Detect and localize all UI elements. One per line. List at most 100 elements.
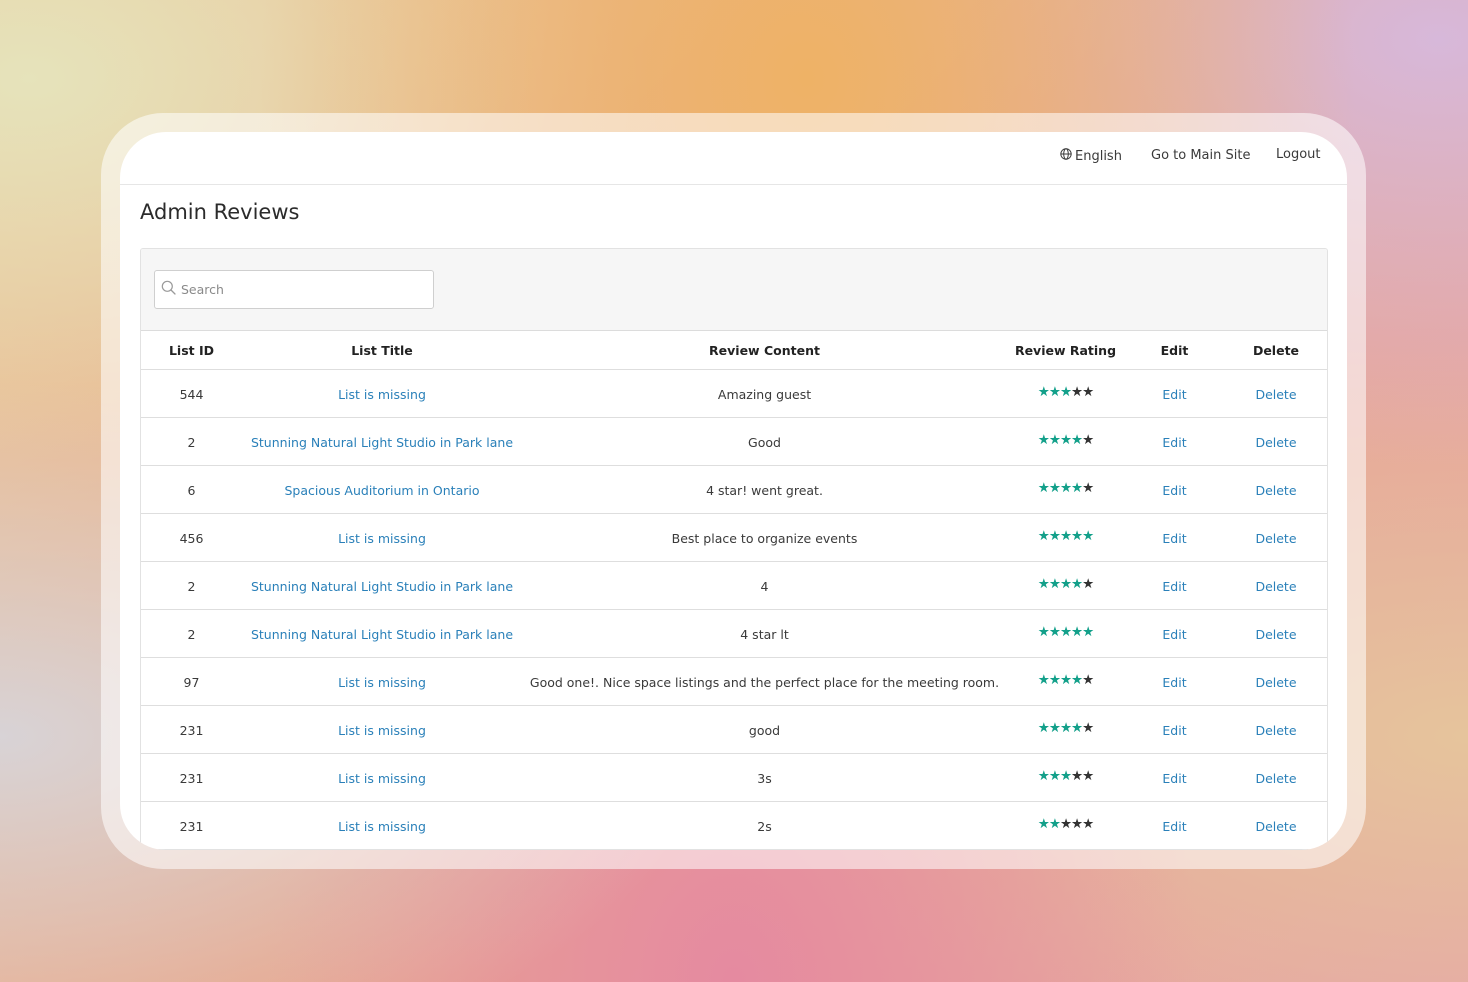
column-header-delete: Delete [1225,331,1327,370]
delete-link[interactable]: Delete [1255,387,1296,402]
delete-link[interactable]: Delete [1255,531,1296,546]
star-rating: ★ ★ ★ ★ ★ [1038,626,1095,640]
star-empty-icon: ★ [1082,768,1094,785]
delete-link[interactable]: Delete [1255,771,1296,786]
review-content: Good [748,434,781,450]
list-title-link[interactable]: Stunning Natural Light Studio in Park la… [251,627,513,642]
review-content: Good one!. Nice space listings and the p… [529,674,1000,690]
review-content: 4 star! went great. [706,482,823,498]
table-row: 2 Stunning Natural Light Studio in Park l… [141,417,1327,466]
edit-link[interactable]: Edit [1162,723,1186,738]
language-selector[interactable]: English [1060,148,1122,164]
table-row: 2 Stunning Natural Light Studio in Park l… [141,561,1327,610]
review-rating-cell: ★ ★ ★ ★ ★ [1007,657,1124,706]
edit-link[interactable]: Edit [1162,627,1186,642]
edit-link[interactable]: Edit [1162,579,1186,594]
review-content-cell: Amazing guest [522,369,1007,418]
list-title-link[interactable]: Spacious Auditorium in Ontario [285,483,480,498]
star-filled-icon: ★ [1071,720,1083,737]
review-content-cell: good [522,705,1007,754]
edit-link[interactable]: Edit [1162,531,1186,546]
list-id: 544 [179,386,204,402]
star-filled-icon: ★ [1048,816,1061,833]
star-empty-icon: ★ [1082,576,1094,593]
star-empty-icon: ★ [1082,384,1094,401]
star-rating: ★ ★ ★ ★ ★ [1038,768,1095,785]
list-title-link-cell: List is missing [242,753,522,802]
edit-link[interactable]: Edit [1162,819,1186,834]
star-rating: ★ ★ ★ ★ ★ [1038,816,1095,833]
star-filled-icon: ★ [1082,528,1094,545]
review-content-cell: Good [522,417,1007,466]
list-title-link-cell: Stunning Natural Light Studio in Park la… [242,609,522,658]
search-icon [155,280,176,299]
list-title-link[interactable]: List is missing [338,675,426,690]
edit-link-cell: Edit [1124,753,1225,802]
star-filled-icon: ★ [1037,480,1050,497]
delete-link[interactable]: Delete [1255,675,1296,690]
edit-link-cell: Edit [1124,609,1225,658]
list-title-link[interactable]: List is missing [338,531,426,546]
list-id-cell: 456 [141,513,242,562]
review-rating-cell: ★ ★ ★ ★ ★ [1007,609,1124,658]
reviews-panel: List ID List Title Review Content Review… [140,248,1328,850]
list-id-cell: 2 [141,609,242,658]
edit-link[interactable]: Edit [1162,387,1186,402]
star-empty-icon: ★ [1071,384,1083,401]
column-header-review-rating[interactable]: Review Rating [1007,331,1124,370]
list-title-link[interactable]: List is missing [338,771,426,786]
edit-link[interactable]: Edit [1162,771,1186,786]
list-title-link-cell: Stunning Natural Light Studio in Park la… [242,561,522,610]
star-empty-icon: ★ [1059,816,1072,833]
top-navbar: English Go to Main Site Logout [120,132,1347,185]
column-header-review-content[interactable]: Review Content [522,331,1007,370]
edit-link-cell: Edit [1124,465,1225,514]
list-id: 456 [179,530,204,546]
star-empty-icon: ★ [1071,816,1083,833]
column-header-list-title[interactable]: List Title [242,331,522,370]
star-filled-icon: ★ [1037,576,1050,593]
review-rating-cell: ★ ★ ★ ★ ★ [1007,705,1124,754]
edit-link[interactable]: Edit [1162,483,1186,498]
delete-link[interactable]: Delete [1255,435,1296,450]
delete-link[interactable]: Delete [1255,483,1296,498]
list-title-link[interactable]: Stunning Natural Light Studio in Park la… [251,579,513,594]
list-id: 2 [187,626,196,642]
delete-link[interactable]: Delete [1255,579,1296,594]
logout-link[interactable]: Logout [1276,147,1321,162]
edit-link[interactable]: Edit [1162,675,1186,690]
delete-link[interactable]: Delete [1255,627,1296,642]
star-filled-icon: ★ [1048,768,1061,785]
delete-link-cell: Delete [1225,753,1327,802]
delete-link[interactable]: Delete [1255,723,1296,738]
table-row: 456 List is missing Best place to organize… [141,513,1327,562]
table-row: 2 Stunning Natural Light Studio in Park l… [141,609,1327,658]
delete-link-cell: Delete [1225,705,1327,754]
list-title-link[interactable]: List is missing [338,819,426,834]
delete-link[interactable]: Delete [1255,819,1296,834]
edit-link[interactable]: Edit [1162,435,1186,450]
list-title-link[interactable]: Stunning Natural Light Studio in Park la… [251,435,513,450]
star-filled-icon: ★ [1048,384,1061,401]
review-content: 3s [757,770,772,786]
list-title-link-cell: List is missing [242,369,522,418]
star-empty-icon: ★ [1082,672,1094,689]
table-row: 231 List is missing 3s ★ ★ ★ ★ ★ Edit Delete [141,753,1327,802]
delete-link-cell: Delete [1225,369,1327,418]
star-empty-icon: ★ [1082,720,1094,737]
edit-link-cell: Edit [1124,801,1225,849]
review-content-cell: 4 [522,561,1007,610]
star-filled-icon: ★ [1071,528,1083,545]
list-title-link[interactable]: List is missing [338,723,426,738]
list-id-cell: 6 [141,465,242,514]
review-content: 2s [757,818,772,834]
go-to-main-site-link[interactable]: Go to Main Site [1151,148,1250,163]
search-input[interactable] [181,282,421,297]
search-field[interactable] [154,270,434,309]
review-rating-cell: ★ ★ ★ ★ ★ [1007,513,1124,562]
list-id: 231 [179,722,204,738]
column-header-list-id[interactable]: List ID [141,331,242,370]
list-id-cell: 2 [141,417,242,466]
star-empty-icon: ★ [1082,432,1094,449]
list-title-link[interactable]: List is missing [338,387,426,402]
